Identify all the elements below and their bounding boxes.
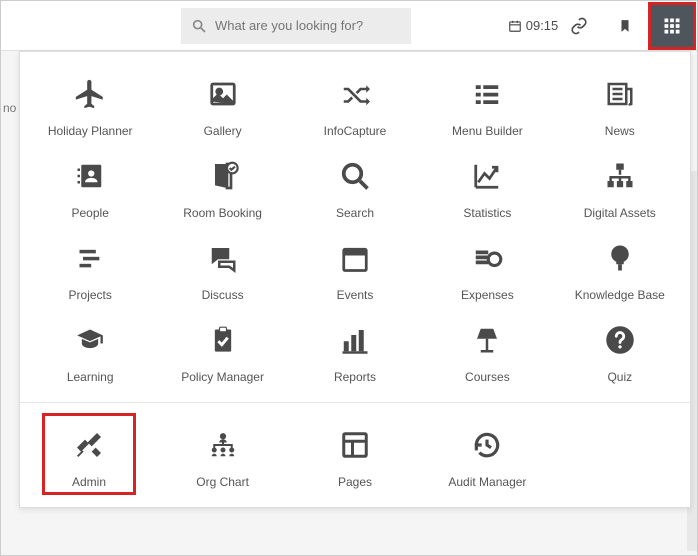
bookmark-icon[interactable]: [602, 1, 648, 51]
app-label: Org Chart: [196, 475, 249, 489]
lamp-icon: [472, 318, 502, 362]
app-admin[interactable]: Admin: [42, 413, 136, 495]
apps-grid-main: Holiday Planner Gallery InfoCapture Menu…: [20, 52, 690, 402]
app-label: Room Booking: [183, 206, 262, 220]
app-label: Search: [336, 206, 374, 220]
app-label: Reports: [334, 370, 376, 384]
question-icon: [605, 318, 635, 362]
topbar: 09:15: [1, 1, 697, 51]
coins-icon: [470, 236, 504, 280]
app-label: News: [605, 124, 635, 138]
app-pages[interactable]: Pages: [289, 413, 421, 495]
app-label: Expenses: [461, 288, 514, 302]
app-label: Learning: [67, 370, 114, 384]
address-book-icon: [75, 154, 105, 198]
background-text-fragment: no: [3, 101, 16, 115]
app-org-chart[interactable]: Org Chart: [156, 413, 288, 495]
app-label: Quiz: [607, 370, 632, 384]
app-label: Menu Builder: [452, 124, 523, 138]
app-label: Gallery: [204, 124, 242, 138]
calendar-star-icon: [340, 236, 370, 280]
apps-grid-bottom: Admin Org Chart Pages Audit Manager: [20, 402, 690, 507]
app-label: Admin: [72, 475, 106, 489]
magnifier-icon: [340, 154, 370, 198]
app-label: Digital Assets: [584, 206, 656, 220]
app-label: Statistics: [463, 206, 511, 220]
chart-line-icon: [471, 154, 503, 198]
app-room-booking[interactable]: Room Booking: [156, 144, 288, 226]
search-icon: [191, 18, 207, 34]
app-menu-builder[interactable]: Menu Builder: [421, 62, 553, 144]
app-label: People: [72, 206, 109, 220]
app-infocapture[interactable]: InfoCapture: [289, 62, 421, 144]
app-knowledge-base[interactable]: Knowledge Base: [554, 226, 686, 308]
apps-grid-button[interactable]: [648, 2, 696, 50]
search-box[interactable]: [181, 8, 411, 44]
chat-icon: [207, 236, 239, 280]
app-courses[interactable]: Courses: [421, 308, 553, 390]
tree-icon: [605, 236, 635, 280]
link-icon[interactable]: [556, 1, 602, 51]
app-audit-manager[interactable]: Audit Manager: [421, 413, 553, 495]
app-statistics[interactable]: Statistics: [421, 144, 553, 226]
app-label: Events: [337, 288, 374, 302]
app-label: InfoCapture: [324, 124, 387, 138]
image-icon: [206, 72, 240, 116]
time-display[interactable]: 09:15: [510, 1, 556, 51]
app-projects[interactable]: Projects: [24, 226, 156, 308]
apps-megamenu: Holiday Planner Gallery InfoCapture Menu…: [19, 51, 691, 508]
app-reports[interactable]: Reports: [289, 308, 421, 390]
app-news[interactable]: News: [554, 62, 686, 144]
tools-icon: [73, 423, 105, 467]
door-check-icon: [207, 154, 239, 198]
app-label: Pages: [338, 475, 372, 489]
bar-chart-icon: [340, 318, 370, 362]
layout-icon: [340, 423, 370, 467]
app-label: Courses: [465, 370, 510, 384]
app-learning[interactable]: Learning: [24, 308, 156, 390]
app-label: Discuss: [202, 288, 244, 302]
app-label: Knowledge Base: [575, 288, 665, 302]
shuffle-icon: [338, 72, 372, 116]
history-icon: [471, 423, 503, 467]
app-label: Holiday Planner: [48, 124, 133, 138]
app-label: Projects: [69, 288, 112, 302]
app-search[interactable]: Search: [289, 144, 421, 226]
sitemap-icon: [604, 154, 636, 198]
app-events[interactable]: Events: [289, 226, 421, 308]
app-holiday-planner[interactable]: Holiday Planner: [24, 62, 156, 144]
app-label: Policy Manager: [181, 370, 264, 384]
list-icon: [472, 72, 502, 116]
app-expenses[interactable]: Expenses: [421, 226, 553, 308]
time-text: 09:15: [526, 18, 559, 33]
newspaper-icon: [604, 72, 636, 116]
clipboard-check-icon: [209, 318, 237, 362]
calendar-icon: [508, 19, 522, 33]
gantt-icon: [75, 236, 105, 280]
app-policy-manager[interactable]: Policy Manager: [156, 308, 288, 390]
search-input[interactable]: [215, 18, 395, 33]
app-quiz[interactable]: Quiz: [554, 308, 686, 390]
app-gallery[interactable]: Gallery: [156, 62, 288, 144]
app-people[interactable]: People: [24, 144, 156, 226]
app-digital-assets[interactable]: Digital Assets: [554, 144, 686, 226]
app-discuss[interactable]: Discuss: [156, 226, 288, 308]
graduation-icon: [73, 318, 107, 362]
hierarchy-icon: [207, 423, 239, 467]
airplane-icon: [73, 72, 107, 116]
app-label: Audit Manager: [448, 475, 526, 489]
